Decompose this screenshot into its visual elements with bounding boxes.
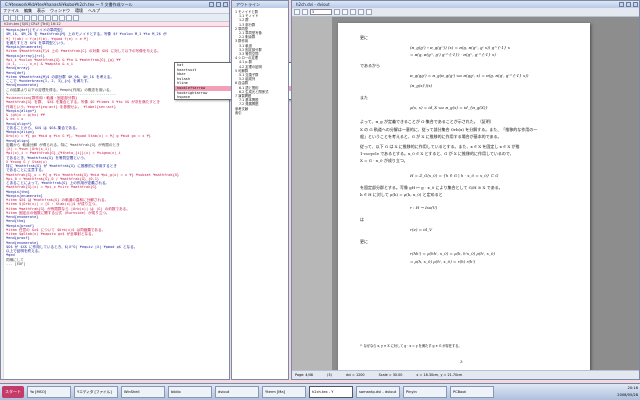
- zoom-out-button[interactable]: [358, 9, 364, 15]
- page-text-line: 般」ということを考えると、G が X に推移的に作用する場合が基本的である。: [360, 134, 502, 139]
- menu-file[interactable]: ファイル: [3, 8, 19, 13]
- outline-list[interactable]: 1 モノイドと群 1.1 モノイド 1.2 群 1.3 部分群 2 準同型 2.1 準同型…: [233, 10, 288, 378]
- viewer-side-panel: [292, 17, 332, 371]
- document-page: 更に (π_g(g') ∘ π_g(g'')) (x) = π(g, π(g'',…: [338, 23, 590, 371]
- outline-title: アウトライン: [236, 2, 260, 7]
- page-formula: (π_g(x)')(x): [410, 83, 433, 88]
- paste-button[interactable]: [38, 15, 44, 21]
- start-button[interactable]: スタート: [2, 386, 24, 398]
- page-text-line: であるから: [360, 63, 380, 68]
- redo-button[interactable]: [52, 15, 58, 21]
- page-formula: ρ(x, x) = id_X ⟺ π_g(x) = id_{π_g(X)}: [410, 105, 488, 110]
- taskbar-item[interactable]: samantp.dvi - dviout: [356, 386, 400, 398]
- page-text-line: X = G · x_0 が成り立つ。: [360, 158, 408, 163]
- viewer-close-button[interactable]: [633, 2, 638, 7]
- minimize-button[interactable]: [209, 2, 214, 7]
- status-page-label: (3): [327, 373, 332, 377]
- page-text-line: 従って、以下 G は X に推移的に作用しているとする。また、x ∈ X を固定…: [360, 144, 520, 149]
- page-formula: π_g(gg') = π_g(π_g(g') ⟺ π(gg', x) = π(g…: [410, 73, 529, 78]
- page-text-line: ¹¹ なぜなら x, y ∈ X に対して g · x = y を満たす g ∈…: [360, 344, 462, 348]
- page-formula: = ρ(h, x_0) ρ(h', x_0) = r(h) r(h'): [410, 259, 476, 264]
- menu-edit[interactable]: 編集: [24, 8, 32, 13]
- page-number-field[interactable]: 3: [310, 9, 332, 15]
- editor-toolbar: [1, 14, 229, 22]
- code-line[interactable]: ... [EOF]: [6, 262, 230, 266]
- taskbar-item[interactable]: biblio: [168, 386, 212, 398]
- open-file-button[interactable]: [10, 15, 16, 21]
- outline-item[interactable]: 索引: [233, 111, 288, 115]
- viewer-title: h2ch.dvi - dviout: [296, 2, 330, 7]
- editor-titlebar[interactable]: C:¥texwork¥kb¥tex¥hanashi¥kobo¥h2ch.tex …: [1, 1, 229, 8]
- page-formula: = π(g, π(g'', g') g'^{-1}) · π(g'', g'^{…: [410, 52, 496, 57]
- page-formula: (π_g(g') ∘ π_g(g'')) (x) = π(g, π(g'', g…: [410, 45, 510, 50]
- menu-window[interactable]: ウィンドウ: [50, 8, 70, 13]
- page-formula: r(e) = id_V: [410, 227, 433, 232]
- cut-button[interactable]: [24, 15, 30, 21]
- first-page-button[interactable]: [294, 9, 300, 15]
- viewer-window[interactable]: h2ch.dvi - dviout 3 更に (π_g(g') ∘ π_g(g''…: [291, 0, 640, 380]
- editor-window[interactable]: C:¥texwork¥kb¥tex¥hanashi¥kobo¥h2ch.tex …: [0, 0, 230, 380]
- editor-title: C:¥texwork¥kb¥tex¥hanashi¥kobo¥h2ch.tex …: [5, 2, 133, 7]
- outline-titlebar[interactable]: アウトライン: [232, 1, 288, 8]
- taskbar-item[interactable]: Yエディタ [ファイル]: [74, 386, 118, 398]
- menu-view[interactable]: 表示: [37, 8, 45, 13]
- clock-time: 20:16: [627, 386, 638, 390]
- system-tray: 20:16 2006/05/28: [600, 385, 640, 399]
- taskbar-item[interactable]: dviout: [215, 386, 259, 398]
- undo-button[interactable]: [45, 15, 51, 21]
- maximize-button[interactable]: [216, 2, 221, 7]
- viewer-titlebar[interactable]: h2ch.dvi - dviout: [292, 1, 639, 8]
- viewer-toolbar: 3: [292, 8, 639, 17]
- preview-button[interactable]: [73, 15, 79, 21]
- page-formula: H = Z_G(x_0) = {h ∈ G | h · x_0 = x_0} ⊂…: [410, 173, 499, 178]
- page-text-line: h ∈ H に対して ρ(h) = ρ(h, x_0) と定めると: [360, 192, 443, 197]
- viewer-minimize-button[interactable]: [619, 2, 624, 7]
- viewer-statusbar: Page: 4/46 (3) dvi = 1200 Scale = 30.00 …: [292, 370, 639, 379]
- page-text-line: X の G 軌道への分解は一意的に、従って部分集合 Orb(x) を分解する。ま…: [360, 127, 538, 132]
- menu-env[interactable]: 環境: [75, 8, 83, 13]
- zoom-in-button[interactable]: [350, 9, 356, 15]
- status-scale: Scale = 30.00: [378, 373, 403, 377]
- prev-page-button[interactable]: [302, 9, 308, 15]
- taskbar: スタート Yo [MSO] Yエディタ [ファイル] WinShell biblio d…: [0, 383, 640, 400]
- compile-button[interactable]: [66, 15, 72, 21]
- status-page: Page: 4/46: [295, 373, 314, 377]
- print-button[interactable]: [366, 9, 372, 15]
- page-text-line: は: [360, 217, 364, 222]
- page-text-line: 更に: [360, 35, 368, 40]
- page-text-line: また: [360, 95, 368, 100]
- page-text-line: を固定部分群とする。写像 gH ↦ g · x_0 により集合として G/H ≅…: [360, 185, 503, 190]
- page-text-line: 1-cocycle であるとする。x_0 ∈ X とすると、G が X に推移的…: [360, 151, 514, 156]
- page-text-line: 更に: [360, 239, 368, 244]
- viewer-canvas[interactable]: 更に (π_g(g') ∘ π_g(g'')) (x) = π(g, π(g'',…: [292, 17, 639, 371]
- page-text-line: 3: [460, 359, 463, 364]
- copy-button[interactable]: [31, 15, 37, 21]
- taskbar-item[interactable]: h2ch.tex - Y: [309, 386, 353, 398]
- menu-help[interactable]: ヘルプ: [88, 8, 100, 13]
- clock-date: 2006/05/28: [617, 393, 638, 397]
- taskbar-item[interactable]: Yterm [Ma]: [262, 386, 306, 398]
- editor-gutter: [1, 28, 4, 379]
- taskbar-item[interactable]: Pinyin: [403, 386, 447, 398]
- status-dvi: dvi = 1200: [345, 373, 365, 377]
- new-file-button[interactable]: [3, 15, 9, 21]
- taskbar-item[interactable]: PCBoot: [450, 386, 494, 398]
- status-coords: x = 18.30cm, y = 21.70cm: [416, 373, 463, 377]
- page-formula: r : H → Iso(V): [410, 205, 438, 210]
- last-page-button[interactable]: [342, 9, 348, 15]
- taskbar-item[interactable]: WinShell: [121, 386, 165, 398]
- outline-window[interactable]: アウトライン 1 モノイドと群 1.1 モノイド 1.2 群 1.3 部分群 2 準同型…: [231, 0, 289, 380]
- page-formula: r(hh') = ρ(hh', x_0) = ρ(h, h'x_0) ρ(h',…: [410, 251, 495, 256]
- next-page-button[interactable]: [334, 9, 340, 15]
- search-button[interactable]: [59, 15, 65, 21]
- page-text-line: よって、π_g が定義できることが G-集合であることが示された。（証明）: [360, 119, 494, 124]
- viewer-maximize-button[interactable]: [626, 2, 631, 7]
- close-button[interactable]: [223, 2, 228, 7]
- save-button[interactable]: [17, 15, 23, 21]
- file-tab[interactable]: h2ch.tex [SJIS] CRLF [TeX] 16:12: [1, 22, 229, 27]
- taskbar-item[interactable]: Yo [MSO]: [27, 386, 71, 398]
